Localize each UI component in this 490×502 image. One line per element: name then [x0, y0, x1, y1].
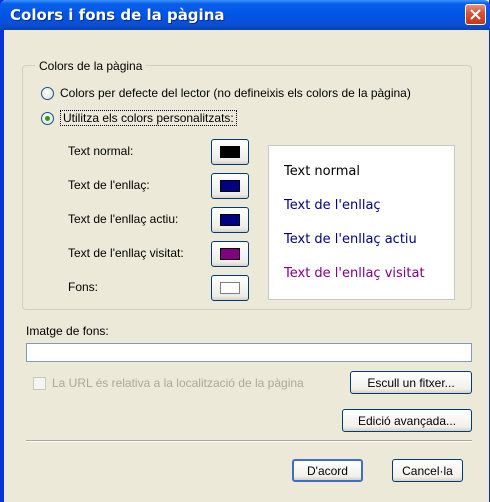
footer-separator	[26, 440, 472, 442]
visited-link-label: Text de l'enllaç visitat:	[68, 246, 184, 260]
normal-text-color-button[interactable]	[211, 139, 249, 165]
relative-url-label: La URL és relativa a la localització de …	[52, 376, 304, 390]
color-preview-box: Text normal Text de l'enllaç Text de l'e…	[268, 145, 455, 300]
page-colors-legend: Colors de la pàgina	[35, 59, 147, 73]
radio-custom-indicator[interactable]	[41, 111, 54, 125]
background-image-label: Imatge de fons:	[26, 324, 109, 338]
background-color-button[interactable]	[211, 275, 249, 301]
visited-link-swatch	[220, 248, 240, 260]
active-link-label: Text de l'enllaç actiu:	[68, 212, 179, 226]
radio-default-indicator[interactable]	[41, 86, 54, 100]
close-button[interactable]	[465, 4, 486, 25]
link-text-swatch	[220, 180, 240, 192]
background-color-label: Fons:	[68, 280, 99, 294]
default-colors-radio[interactable]: Colors per defecte del lector (no define…	[41, 84, 411, 102]
ok-button[interactable]: D'acord	[292, 459, 363, 482]
cancel-button[interactable]: Cancel·la	[392, 459, 463, 482]
custom-colors-label: Utilitza els colors personalitzats:	[60, 110, 237, 126]
advanced-edit-button[interactable]: Edició avançada...	[342, 409, 472, 432]
active-link-swatch	[220, 214, 240, 226]
choose-file-button[interactable]: Escull un fitxer...	[350, 371, 472, 394]
preview-normal-text: Text normal	[284, 164, 360, 179]
background-image-input[interactable]	[26, 343, 472, 362]
active-link-color-button[interactable]	[211, 207, 249, 233]
preview-active-link-text: Text de l'enllaç actiu	[284, 232, 417, 247]
link-text-label: Text de l'enllaç:	[68, 178, 150, 192]
normal-text-label: Text normal:	[68, 144, 134, 158]
relative-url-checkbox[interactable]	[33, 377, 46, 390]
preview-visited-link-text: Text de l'enllaç visitat	[284, 266, 425, 281]
close-icon	[470, 9, 481, 20]
preview-link-text: Text de l'enllaç	[284, 198, 381, 213]
link-text-color-button[interactable]	[211, 173, 249, 199]
default-colors-label: Colors per defecte del lector (no define…	[60, 86, 411, 100]
background-swatch	[220, 282, 240, 294]
window-title: Colors i fons de la pàgina	[10, 6, 225, 24]
visited-link-color-button[interactable]	[211, 241, 249, 267]
normal-text-swatch	[220, 146, 240, 158]
custom-colors-radio[interactable]: Utilitza els colors personalitzats:	[41, 109, 237, 127]
title-bar[interactable]: Colors i fons de la pàgina	[0, 0, 490, 30]
